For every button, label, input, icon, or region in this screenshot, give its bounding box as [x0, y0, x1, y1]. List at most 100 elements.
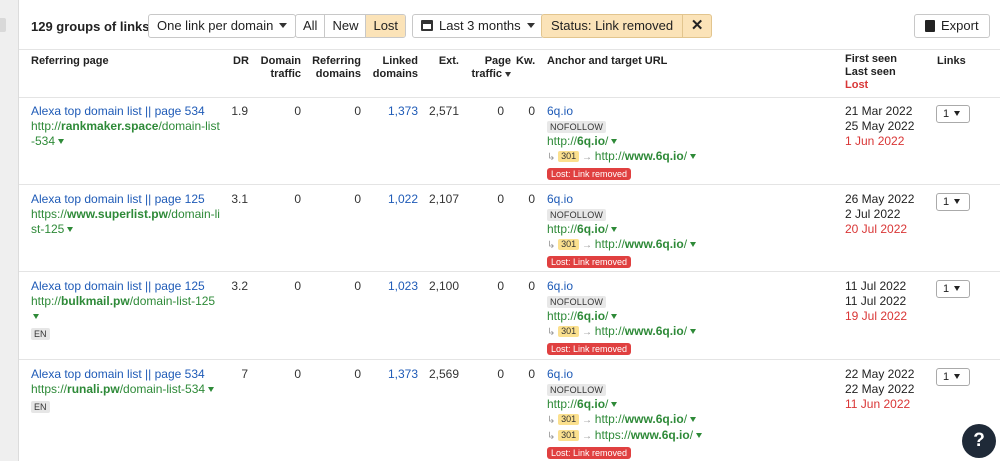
target-url[interactable]: http://6q.io/ — [547, 222, 807, 237]
language-badge: EN — [31, 328, 50, 340]
col-ext[interactable]: Ext. — [429, 55, 459, 68]
url-scheme: http:// — [31, 119, 62, 133]
url-path: / — [605, 222, 609, 236]
anchor-text[interactable]: 6q.io — [547, 104, 807, 119]
col-linked-domains[interactable]: Linked domains — [369, 55, 418, 81]
target-url[interactable]: http://6q.io/ — [547, 309, 807, 324]
linked-domains-value[interactable]: 1,022 — [378, 192, 418, 207]
referring-page-title[interactable]: Alexa top domain list || page 534 — [31, 367, 226, 382]
referring-page-title[interactable]: Alexa top domain list || page 125 — [31, 279, 226, 294]
page-traffic-value: 0 — [497, 367, 504, 381]
links-dropdown[interactable]: 1 — [936, 280, 970, 298]
chevron-down-icon[interactable] — [611, 402, 618, 408]
col-links[interactable]: Links — [937, 55, 966, 68]
first-seen-date: 22 May 2022 — [845, 367, 915, 381]
domain-traffic-value: 0 — [294, 367, 301, 381]
url-scheme: http:// — [547, 134, 578, 148]
col-page-traffic-l2: traffic — [471, 68, 502, 80]
redirect-url[interactable]: http://www.6q.io/ — [595, 237, 687, 251]
redirect-code-badge: 301 — [558, 414, 580, 426]
chevron-down-icon[interactable] — [33, 314, 39, 320]
grouping-label: One link per domain — [157, 18, 274, 33]
tab-all[interactable]: All — [296, 15, 326, 37]
referring-page-title[interactable]: Alexa top domain list || page 125 — [31, 192, 226, 207]
chevron-down-icon[interactable] — [690, 329, 697, 335]
help-button[interactable]: ? — [962, 424, 996, 458]
links-dropdown[interactable]: 1 — [936, 193, 970, 211]
links-count: 1 — [943, 371, 950, 383]
chevron-down-icon[interactable] — [696, 433, 703, 439]
redirect-url[interactable]: https://www.6q.io/ — [595, 428, 693, 442]
col-kw[interactable]: Kw. — [516, 55, 535, 68]
col-page-traffic[interactable]: Page traffic — [467, 55, 511, 81]
groups-count: 129 groups of links — [31, 19, 150, 34]
export-button[interactable]: Export — [914, 14, 990, 38]
anchor-text[interactable]: 6q.io — [547, 192, 807, 207]
anchor-text[interactable]: 6q.io — [547, 367, 807, 382]
referring-page-url[interactable]: http://rankmaker.space/domain-list — [31, 119, 226, 134]
kw-value: 0 — [528, 192, 535, 206]
anchor-text[interactable]: 6q.io — [547, 279, 807, 294]
chevron-down-icon — [954, 110, 961, 116]
referring-domains-value: 0 — [354, 192, 361, 206]
referring-page-url[interactable]: https://runali.pw/domain-list-534 — [31, 382, 226, 397]
close-icon[interactable]: ✕ — [683, 15, 711, 37]
referring-page-cell: Alexa top domain list || page 534 https:… — [31, 367, 226, 414]
col-referring-domains[interactable]: Referring domains — [303, 55, 361, 81]
url-path: /domain-list-534 — [119, 382, 206, 396]
kw-value: 0 — [528, 367, 535, 381]
tab-new[interactable]: New — [325, 15, 367, 37]
redirect-url[interactable]: http://www.6q.io/ — [595, 324, 687, 338]
chevron-down-icon[interactable] — [690, 242, 697, 248]
backlinks-panel: 129 groups of links One link per domain … — [18, 0, 1000, 461]
status-filter-label[interactable]: Status: Link removed — [542, 15, 684, 37]
referring-page-url-cont[interactable]: -534 — [31, 134, 226, 149]
redirect-arrow-icon: ↳ — [547, 240, 559, 251]
col-referring-page[interactable]: Referring page — [31, 55, 109, 68]
chevron-down-icon[interactable] — [690, 154, 697, 160]
links-dropdown[interactable]: 1 — [936, 105, 970, 123]
referring-page-title[interactable]: Alexa top domain list || page 534 — [31, 104, 226, 119]
chevron-down-icon[interactable] — [208, 387, 215, 393]
col-dates[interactable]: First seen Last seen Lost — [845, 53, 897, 92]
linked-domains-value[interactable]: 1,373 — [378, 104, 418, 119]
col-referring-domains-l1: Referring — [312, 55, 361, 67]
chevron-down-icon[interactable] — [611, 227, 618, 233]
links-dropdown[interactable]: 1 — [936, 368, 970, 386]
last-seen-date: 25 May 2022 — [845, 119, 915, 133]
linked-domains-value[interactable]: 1,023 — [378, 279, 418, 294]
referring-page-url[interactable]: https://www.superlist.pw/domain-li — [31, 207, 226, 222]
url-path: /domain-list-125 — [129, 294, 216, 308]
col-anchor[interactable]: Anchor and target URL — [547, 55, 667, 68]
ext-value: 2,571 — [428, 104, 459, 118]
chevron-down-icon[interactable] — [611, 139, 618, 145]
url-scheme: http:// — [547, 397, 578, 411]
url-domain: www.6q.io — [624, 237, 684, 251]
referring-page-url[interactable]: http://bulkmail.pw/domain-list-125 — [31, 294, 226, 309]
chevron-down-icon[interactable] — [58, 139, 65, 145]
lost-date: 19 Jul 2022 — [845, 309, 908, 323]
panel-handle[interactable] — [0, 18, 6, 32]
arrow-right-icon: → — [579, 415, 595, 426]
redirect-line: ↳ 301 → http://www.6q.io/ — [547, 237, 807, 253]
redirect-url[interactable]: http://www.6q.io/ — [595, 149, 687, 163]
referring-domains-value: 0 — [354, 104, 361, 118]
url-scheme: http:// — [594, 324, 625, 338]
linked-domains-value[interactable]: 1,373 — [378, 367, 418, 382]
chevron-down-icon[interactable] — [690, 417, 697, 423]
redirect-url[interactable]: http://www.6q.io/ — [595, 412, 687, 426]
target-url[interactable]: http://6q.io/ — [547, 134, 807, 149]
target-url[interactable]: http://6q.io/ — [547, 397, 807, 412]
chevron-down-icon — [954, 285, 961, 291]
referring-page-url-cont[interactable]: st-125 — [31, 222, 226, 237]
grouping-dropdown[interactable]: One link per domain — [148, 14, 297, 38]
redirect-code-badge: 301 — [558, 430, 580, 442]
arrow-right-icon: → — [579, 240, 595, 251]
col-dr[interactable]: DR — [233, 55, 249, 68]
chevron-down-icon[interactable] — [67, 227, 74, 233]
referring-page-url-cont[interactable] — [31, 309, 226, 324]
chevron-down-icon[interactable] — [611, 314, 618, 320]
tab-lost[interactable]: Lost — [366, 15, 406, 37]
period-dropdown[interactable]: Last 3 months — [412, 14, 544, 38]
col-domain-traffic[interactable]: Domain traffic — [251, 55, 301, 81]
